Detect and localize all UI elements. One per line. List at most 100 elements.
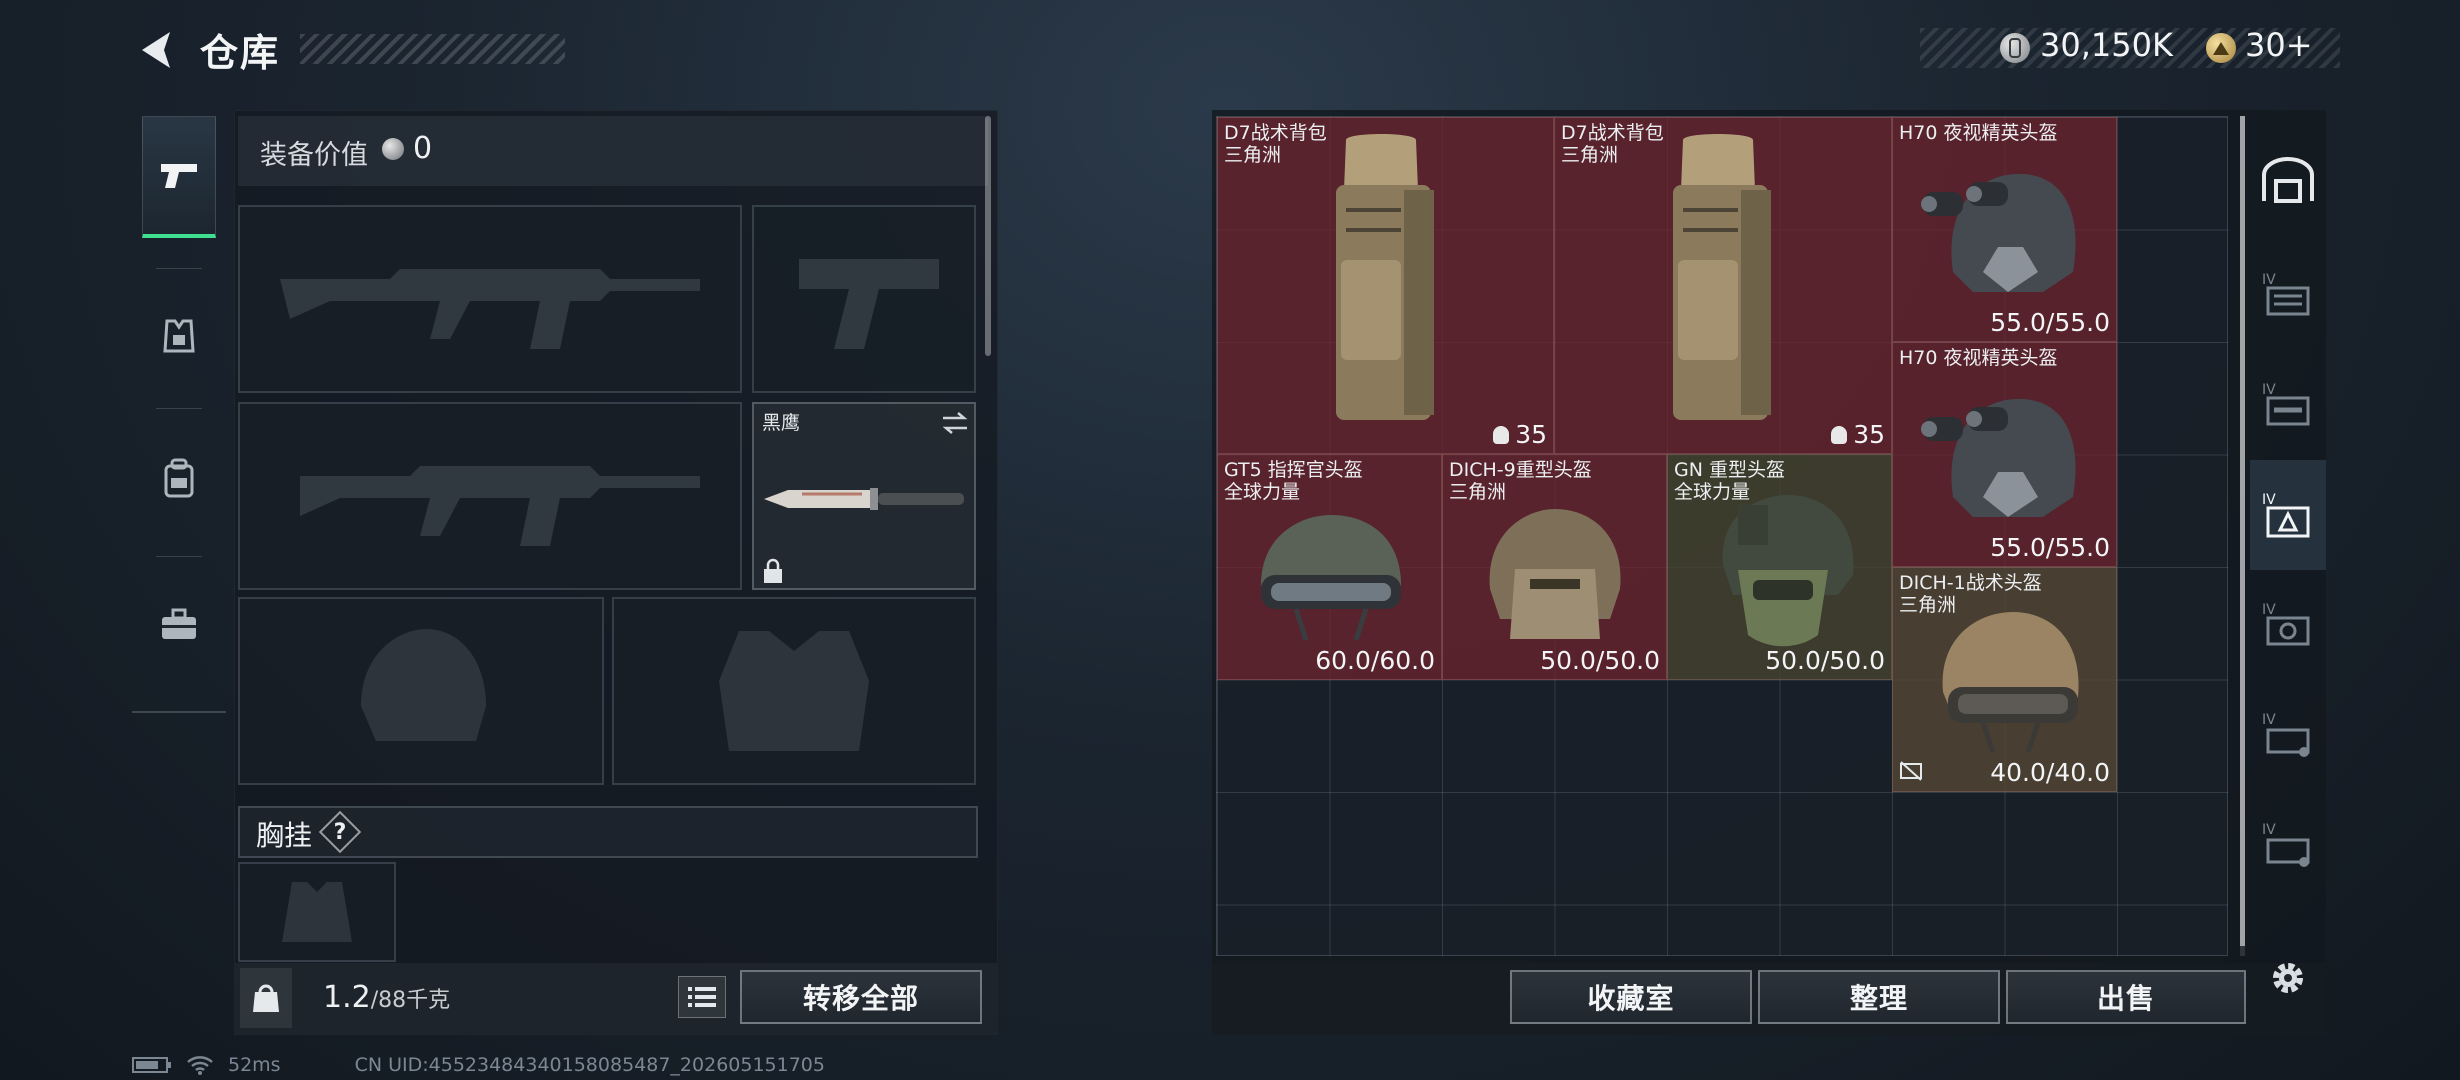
weight-readout: 1.2/88千克 (323, 980, 450, 1015)
svg-text:IV: IV (2262, 712, 2276, 728)
backpack-icon (1673, 134, 1771, 420)
equipment-scrollbar[interactable] (985, 116, 991, 356)
inventory-grid: D7战术背包 三角洲 35 D7战术背包 三角洲 35 H70 夜视精英头盔 5… (1216, 116, 2228, 956)
gear-icon (2273, 963, 2303, 993)
item-capacity: 35 (1515, 420, 1547, 449)
armor-silhouette-icon (719, 631, 869, 751)
settings-button[interactable] (2260, 950, 2316, 1006)
pistol-icon (161, 163, 197, 188)
item-durability: 60.0/60.0 (1315, 646, 1435, 675)
helmet-icon (1942, 612, 2079, 753)
backpack-icon (164, 458, 194, 498)
inventory-item[interactable]: GT5 指挥官头盔 全球力量 60.0/60.0 (1217, 454, 1442, 680)
tab-warehouse-3[interactable]: IV (2250, 460, 2326, 570)
item-durability: 55.0/55.0 (1990, 308, 2110, 337)
nav-item-weapons[interactable] (142, 116, 216, 238)
item-durability: 55.0/55.0 (1990, 533, 2110, 562)
item-name: H70 夜视精英头盔 (1899, 347, 2058, 369)
melee-slot[interactable]: 黑鹰 (752, 402, 976, 590)
nav-item-tools[interactable] (142, 564, 216, 686)
value-coin-icon (382, 138, 404, 160)
item-durability: 50.0/50.0 (1540, 646, 1660, 675)
gear-box-icon: IV (2262, 602, 2310, 646)
tab-warehouse-4[interactable]: IV (2250, 570, 2326, 680)
list-view-button[interactable] (678, 976, 726, 1018)
no-repair-icon (1900, 761, 1922, 781)
transfer-all-button[interactable]: 转移全部 (740, 970, 982, 1024)
help-button[interactable]: ? (320, 816, 360, 848)
storage-box-icon: IV (2262, 272, 2310, 316)
helmet-icon (1489, 509, 1621, 639)
armor-icon (163, 319, 195, 353)
ping-text: 52ms (228, 1054, 281, 1076)
rifle-silhouette-icon (280, 269, 700, 349)
weight-icon (240, 968, 292, 1028)
inventory-item[interactable]: DICH-1战术头盔 三角洲 40.0/40.0 (1892, 567, 2117, 792)
ammo-box-icon: IV (2262, 712, 2310, 757)
nav-item-backpack[interactable] (142, 418, 216, 540)
item-name: DICH-1战术头盔 (1899, 572, 2042, 594)
inventory-item[interactable]: H70 夜视精英头盔 55.0/55.0 (1892, 342, 2117, 567)
back-button[interactable] (128, 22, 188, 78)
collection-button[interactable]: 收藏室 (1510, 970, 1752, 1024)
toolbox-icon (162, 608, 196, 639)
back-arrow-icon (142, 32, 170, 68)
pistol-slot[interactable] (752, 205, 976, 393)
nvg-helmet-icon (1921, 398, 2076, 517)
warehouse-tabs: IV IV IV IV IV IV (2250, 110, 2326, 970)
status-bar: 52ms CN UID:4552348434015808548​7_202605… (132, 1054, 825, 1076)
list-icon (688, 987, 716, 1007)
organize-button[interactable]: 整理 (1758, 970, 2000, 1024)
weight-current: 1.2 (323, 980, 371, 1015)
nav-item-armor[interactable] (142, 276, 216, 398)
wifi-icon (187, 1056, 213, 1075)
sell-button[interactable]: 出售 (2006, 970, 2246, 1024)
secondary-weapon-slot[interactable] (238, 402, 742, 590)
helmet-icon (1722, 495, 1854, 647)
tab-warehouse-5[interactable]: IV (2250, 680, 2326, 790)
item-capacity: 35 (1853, 420, 1885, 449)
item-name: DICH-9重型头盔 (1449, 459, 1592, 481)
item-durability: 40.0/40.0 (1990, 758, 2110, 787)
body-armor-slot[interactable] (612, 597, 976, 785)
inventory-scrollbar[interactable] (2240, 116, 2245, 946)
knife-icon (764, 488, 964, 510)
chest-rig-slot[interactable] (238, 862, 396, 962)
inventory-item[interactable]: DICH-9重型头盔 三角洲 50.0/50.0 (1442, 454, 1667, 680)
inventory-item[interactable]: D7战术背包 三角洲 35 (1554, 117, 1892, 454)
capacity-icon (1493, 425, 1510, 444)
gold-coin-icon (2206, 33, 2236, 63)
item-name: GN 重型头盔 (1674, 459, 1785, 481)
tab-warehouse-all[interactable] (2250, 125, 2326, 235)
tab-warehouse-6[interactable]: IV (2250, 790, 2326, 900)
uid-text: CN UID:4552348434015808548​7_20260515170… (354, 1054, 825, 1076)
item-durability: 50.0/50.0 (1765, 646, 1885, 675)
item-name: H70 夜视精英头盔 (1899, 122, 2058, 144)
helmet-icon (1261, 515, 1401, 641)
page-title: 仓库 (200, 31, 281, 75)
title-stripe (300, 34, 565, 64)
chest-rig-silhouette-icon (282, 882, 352, 942)
tab-warehouse-2[interactable]: IV (2250, 350, 2326, 460)
primary-weapon-slot[interactable] (238, 205, 742, 393)
tab-warehouse-1[interactable]: IV (2250, 240, 2326, 350)
rifle-silhouette-icon (300, 466, 700, 546)
equipment-value: 0 (413, 131, 433, 166)
equipment-value-label: 装备价值 (260, 140, 368, 171)
inventory-item[interactable]: D7战术背包 三角洲 35 (1217, 117, 1554, 454)
inventory-item[interactable]: GN 重型头盔 全球力量 50.0/50.0 (1667, 454, 1892, 680)
gold-amount[interactable]: 30+ (2245, 26, 2313, 64)
weapon-box-icon: IV (2262, 382, 2310, 426)
backpack-icon (1336, 134, 1434, 420)
chest-rig-label: 胸挂 (256, 819, 313, 852)
battery-icon (132, 1057, 171, 1073)
silver-amount: 30,150K (2040, 26, 2173, 64)
helmet-slot[interactable] (238, 597, 604, 785)
swap-icon[interactable] (940, 410, 970, 436)
svg-text:IV: IV (2262, 382, 2276, 398)
svg-text:IV: IV (2262, 822, 2276, 838)
lock-icon (764, 558, 782, 583)
supply-box-icon: IV (2262, 822, 2310, 867)
item-name: GT5 指挥官头盔 (1224, 459, 1363, 481)
inventory-item[interactable]: H70 夜视精英头盔 55.0/55.0 (1892, 117, 2117, 342)
